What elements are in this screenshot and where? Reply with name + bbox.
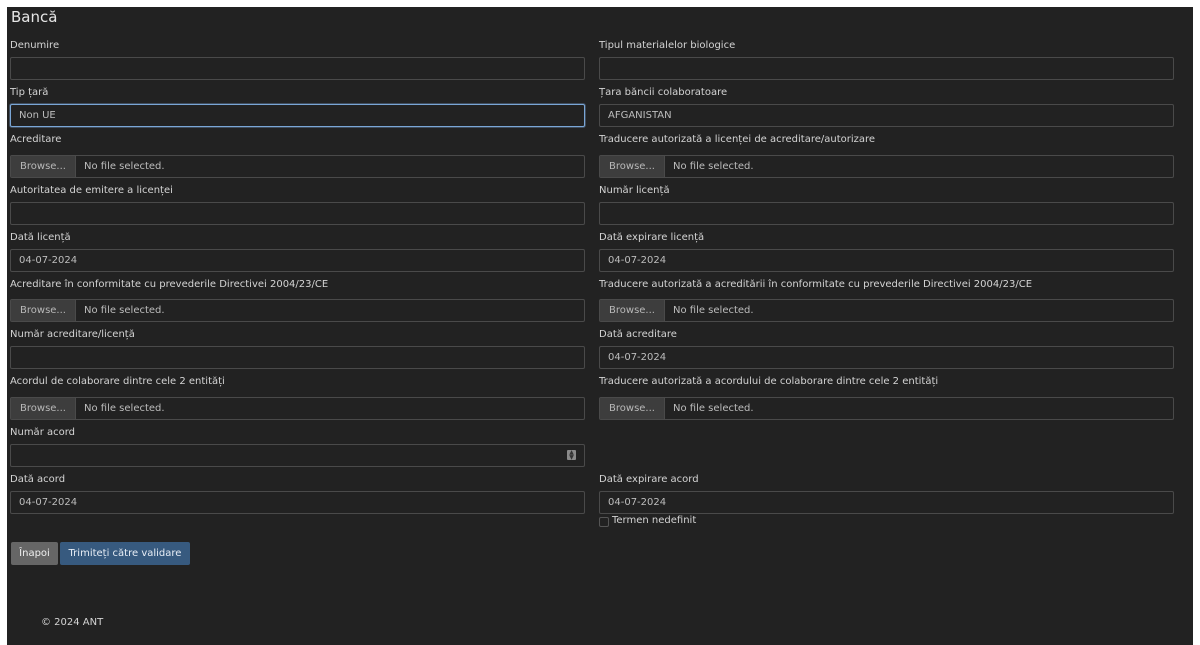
back-button[interactable]: Înapoi (11, 542, 58, 565)
data-expirare-licenta-input[interactable]: 04-07-2024 (599, 249, 1174, 272)
data-expirare-acord-label: Dată expirare acord (599, 474, 699, 485)
data-licenta-label: Dată licență (10, 232, 71, 243)
termen-nedefinit-label: Termen nedefinit (612, 515, 697, 526)
numar-acreditare-input[interactable] (10, 346, 585, 369)
file-name: No file selected. (84, 161, 165, 172)
acord-colaborare-label: Acordul de colaborare dintre cele 2 enti… (10, 376, 225, 387)
traducere-acord-label: Traducere autorizată a acordului de cola… (599, 376, 939, 387)
traducere-acreditare-label: Traducere autorizată a acreditării în co… (599, 279, 1033, 290)
data-licenta-input[interactable]: 04-07-2024 (10, 249, 585, 272)
page-title: Bancă (11, 8, 58, 26)
numar-acreditare-label: Număr acreditare/licență (10, 329, 135, 340)
numar-acord-input[interactable]: ▲ ▼ (10, 444, 585, 467)
traducere-acord-file-input[interactable]: Browse... No file selected. (599, 397, 1174, 420)
tip-tara-label: Tip țară (10, 87, 49, 98)
traducere-acreditare-file-input[interactable]: Browse... No file selected. (599, 299, 1174, 322)
termen-nedefinit-checkbox[interactable] (599, 517, 609, 527)
tara-banca-select[interactable]: AFGANISTAN (599, 104, 1174, 127)
data-acord-label: Dată acord (10, 474, 66, 485)
data-expirare-acord-input[interactable]: 04-07-2024 (599, 491, 1174, 514)
data-acord-input[interactable]: 04-07-2024 (10, 491, 585, 514)
data-expirare-licenta-label: Dată expirare licență (599, 232, 705, 243)
tip-materiale-input[interactable] (599, 57, 1174, 80)
acreditare-directiva-file-input[interactable]: Browse... No file selected. (10, 299, 585, 322)
traducere-licenta-label: Traducere autorizată a licenței de acred… (599, 134, 876, 145)
numar-licenta-input[interactable] (599, 202, 1174, 225)
tara-banca-label: Țara băncii colaboratoare (599, 87, 728, 98)
denumire-input[interactable] (10, 57, 585, 80)
numar-acord-label: Număr acord (10, 427, 76, 438)
autoritatea-label: Autoritatea de emitere a licenței (10, 185, 173, 196)
tip-tara-select[interactable]: Non UE (10, 104, 585, 127)
file-name: No file selected. (673, 161, 754, 172)
browse-button[interactable]: Browse... (11, 300, 76, 321)
file-name: No file selected. (673, 403, 754, 414)
traducere-licenta-file-input[interactable]: Browse... No file selected. (599, 155, 1174, 178)
acord-colaborare-file-input[interactable]: Browse... No file selected. (10, 397, 585, 420)
browse-button[interactable]: Browse... (600, 156, 665, 177)
browse-button[interactable]: Browse... (600, 398, 665, 419)
browse-button[interactable]: Browse... (11, 398, 76, 419)
file-name: No file selected. (84, 403, 165, 414)
footer-copyright: © 2024 ANT (41, 617, 104, 628)
browse-button[interactable]: Browse... (600, 300, 665, 321)
tip-materiale-label: Tipul materialelor biologice (599, 40, 736, 51)
browse-button[interactable]: Browse... (11, 156, 76, 177)
page-frame: Bancă Denumire Tipul materialelor biolog… (7, 7, 1193, 645)
file-name: No file selected. (84, 305, 165, 316)
denumire-label: Denumire (10, 40, 60, 51)
file-name: No file selected. (673, 305, 754, 316)
spinner-icon[interactable]: ▲ ▼ (567, 450, 576, 461)
data-acreditare-input[interactable]: 04-07-2024 (599, 346, 1174, 369)
submit-for-validation-button[interactable]: Trimiteți către validare (60, 542, 190, 565)
acreditare-label: Acreditare (10, 134, 62, 145)
data-acreditare-label: Dată acreditare (599, 329, 677, 340)
numar-licenta-label: Număr licență (599, 185, 670, 196)
autoritatea-input[interactable] (10, 202, 585, 225)
acreditare-directiva-label: Acreditare în conformitate cu prevederil… (10, 279, 329, 290)
acreditare-file-input[interactable]: Browse... No file selected. (10, 155, 585, 178)
